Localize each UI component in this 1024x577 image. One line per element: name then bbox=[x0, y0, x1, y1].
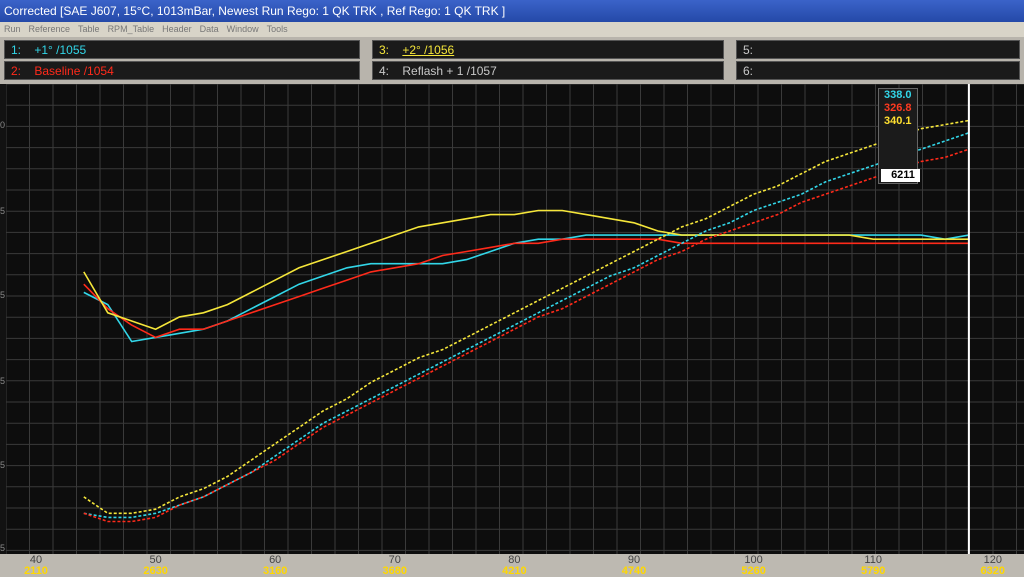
readout-value-cyan: 338.0 bbox=[884, 89, 912, 101]
rpm-tick-label: 5790 bbox=[860, 565, 886, 577]
x-axis: 40 2110 50 2630 60 3160 70 3680 80 4210 90 4740 100 5… bbox=[0, 554, 1024, 577]
legend-label: +2° /1056 bbox=[402, 43, 455, 57]
legend-num: 5: bbox=[743, 43, 754, 57]
legend-num: 2: bbox=[11, 64, 22, 78]
rpm-tick-label: 2630 bbox=[143, 565, 168, 577]
legend-label: Reflash + 1 /1057 bbox=[402, 64, 497, 78]
legend-panel: 1: +1° /1055 2: Baseline /1054 3: +2° /1… bbox=[0, 37, 1024, 84]
rpm-tick-label: 4740 bbox=[621, 565, 647, 577]
rpm-tick-label: 5260 bbox=[741, 565, 766, 577]
window-title-bar: Corrected [SAE J607, 15°C, 1013mBar, New… bbox=[0, 0, 1024, 22]
legend-label: +1° /1055 bbox=[34, 43, 87, 57]
y-tick-label: 5 bbox=[0, 460, 6, 470]
menu-item-window[interactable]: Window bbox=[227, 24, 259, 34]
menu-item-header[interactable]: Header bbox=[162, 24, 192, 34]
y-tick-label: 0 bbox=[0, 120, 6, 130]
menu-item-run[interactable]: Run bbox=[4, 24, 21, 34]
menu-item-data[interactable]: Data bbox=[200, 24, 219, 34]
menu-bar: Run Reference Table RPM_Table Header Data Wind… bbox=[0, 22, 1024, 37]
legend-num: 4: bbox=[379, 64, 390, 78]
readout-value-yellow: 340.1 bbox=[884, 115, 912, 127]
window-title: Corrected [SAE J607, 15°C, 1013mBar, New… bbox=[4, 4, 506, 18]
legend-item-6[interactable]: 6: bbox=[736, 61, 1020, 80]
rpm-tick-label: 3680 bbox=[382, 565, 408, 577]
menu-item-table[interactable]: Table bbox=[78, 24, 100, 34]
menu-item-tools[interactable]: Tools bbox=[267, 24, 288, 34]
legend-item-3[interactable]: 3: +2° /1056 bbox=[372, 40, 724, 59]
legend-num: 6: bbox=[743, 64, 754, 78]
cursor-readout-panel: 338.0 326.8 340.1 6211 bbox=[878, 88, 920, 184]
rpm-tick-label: 6320 bbox=[980, 565, 1006, 577]
legend-item-2[interactable]: 2: Baseline /1054 bbox=[4, 61, 360, 80]
legend-item-4[interactable]: 4: Reflash + 1 /1057 bbox=[372, 61, 724, 80]
chart-plot[interactable] bbox=[5, 83, 1024, 554]
legend-item-1[interactable]: 1: +1° /1055 bbox=[4, 40, 360, 59]
readout-value-red: 326.8 bbox=[884, 102, 912, 114]
rpm-tick-label: 4210 bbox=[502, 565, 527, 577]
y-tick-label: 5 bbox=[0, 543, 6, 553]
legend-num: 3: bbox=[379, 43, 390, 57]
y-tick-label: 5 bbox=[0, 206, 6, 216]
menu-item-reference[interactable]: Reference bbox=[29, 24, 71, 34]
series-line-3 bbox=[83, 209, 969, 331]
rpm-tick-label: 2110 bbox=[24, 565, 48, 577]
legend-num: 1: bbox=[11, 43, 22, 57]
legend-label: Baseline /1054 bbox=[34, 64, 114, 78]
y-tick-label: 5 bbox=[0, 376, 6, 386]
dyno-chart[interactable] bbox=[5, 83, 1024, 554]
y-tick-label: 5 bbox=[0, 290, 6, 300]
legend-item-5[interactable]: 5: bbox=[736, 40, 1020, 59]
readout-rpm: 6211 bbox=[881, 169, 920, 182]
menu-item-rpmtable[interactable]: RPM_Table bbox=[108, 24, 155, 34]
rpm-tick-label: 3160 bbox=[262, 565, 288, 577]
